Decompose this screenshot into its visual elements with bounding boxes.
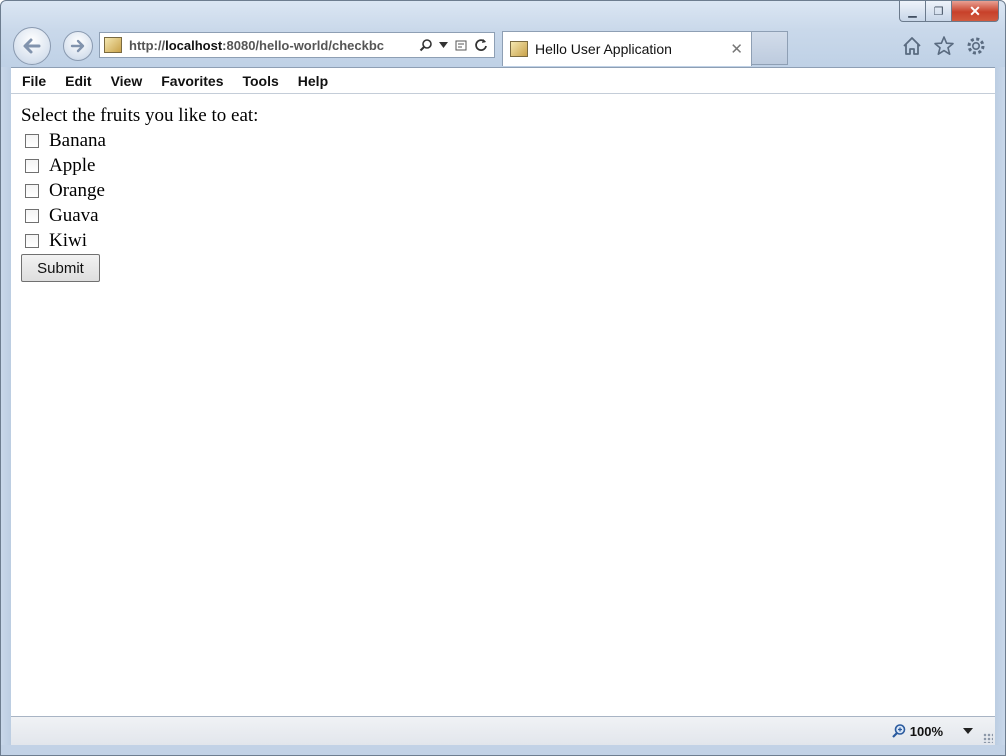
checkbox-apple[interactable] xyxy=(25,158,39,173)
label-banana: Banana xyxy=(49,129,106,151)
window-frame-right xyxy=(995,67,1005,755)
address-icons xyxy=(419,38,488,52)
forward-button[interactable] xyxy=(63,31,93,61)
back-arrow-icon xyxy=(23,38,41,54)
checkbox-banana[interactable] xyxy=(25,133,39,148)
fruit-form: Select the fruits you like to eat: Banan… xyxy=(21,104,258,282)
checkbox-guava[interactable] xyxy=(25,208,39,223)
label-apple: Apple xyxy=(49,154,96,176)
menu-favorites[interactable]: Favorites xyxy=(161,73,223,89)
menu-view[interactable]: View xyxy=(111,73,143,89)
label-kiwi: Kiwi xyxy=(49,229,87,251)
menu-bar: File Edit View Favorites Tools Help xyxy=(11,67,995,94)
dropdown-icon[interactable] xyxy=(439,42,448,48)
option-orange: Orange xyxy=(21,178,258,203)
zoom-level[interactable]: 100% xyxy=(910,724,943,739)
option-banana: Banana xyxy=(21,128,258,153)
back-button[interactable] xyxy=(13,27,51,65)
label-guava: Guava xyxy=(49,204,99,226)
toolbar-icons xyxy=(901,35,987,57)
checkbox-kiwi[interactable] xyxy=(25,233,39,248)
refresh-icon[interactable] xyxy=(474,38,488,52)
menu-edit[interactable]: Edit xyxy=(65,73,91,89)
tab-title: Hello User Application xyxy=(535,41,672,57)
maximize-button[interactable]: ❐ xyxy=(926,1,952,22)
page-icon xyxy=(510,41,528,57)
address-url[interactable]: http://localhost:8080/hello-world/checkb… xyxy=(129,38,409,53)
tab-close-icon[interactable]: ✕ xyxy=(730,40,743,58)
label-orange: Orange xyxy=(49,179,105,201)
submit-button[interactable]: Submit xyxy=(21,254,100,282)
close-window-button[interactable]: ✕ xyxy=(952,1,999,22)
minimize-button[interactable]: ▁ xyxy=(899,1,926,22)
url-path: :8080/hello-world/checkbc xyxy=(222,37,385,53)
caption-buttons: ▁ ❐ ✕ xyxy=(899,1,999,22)
home-icon[interactable] xyxy=(901,35,923,57)
window-frame-bottom xyxy=(1,745,1005,755)
menu-tools[interactable]: Tools xyxy=(242,73,278,89)
option-kiwi: Kiwi xyxy=(21,228,258,253)
compatibility-icon[interactable] xyxy=(454,38,468,52)
resize-grip[interactable] xyxy=(983,733,993,743)
address-bar[interactable]: http://localhost:8080/hello-world/checkb… xyxy=(99,32,495,58)
forward-arrow-icon xyxy=(70,39,85,53)
url-host: localhost xyxy=(165,37,223,53)
browser-window: ▁ ❐ ✕ http://localhost:8080/hello-world/… xyxy=(0,0,1006,756)
form-prompt: Select the fruits you like to eat: xyxy=(21,105,259,126)
status-bar: 100% xyxy=(11,716,995,745)
menu-file[interactable]: File xyxy=(22,73,46,89)
zoom-icon[interactable] xyxy=(891,723,907,739)
page-content: Select the fruits you like to eat: Banan… xyxy=(11,94,995,716)
option-apple: Apple xyxy=(21,153,258,178)
favorites-star-icon[interactable] xyxy=(933,35,955,57)
search-icon[interactable] xyxy=(419,38,433,52)
gear-icon[interactable] xyxy=(965,35,987,57)
url-prefix: http:// xyxy=(129,37,166,53)
zoom-dropdown-icon[interactable] xyxy=(963,728,973,734)
tab-hello-user-application[interactable]: Hello User Application ✕ xyxy=(502,31,752,66)
menu-help[interactable]: Help xyxy=(298,73,328,89)
checkbox-orange[interactable] xyxy=(25,183,39,198)
new-tab-button[interactable] xyxy=(752,31,788,65)
option-guava: Guava xyxy=(21,203,258,228)
window-frame-left xyxy=(1,67,11,755)
page-icon xyxy=(104,37,122,53)
